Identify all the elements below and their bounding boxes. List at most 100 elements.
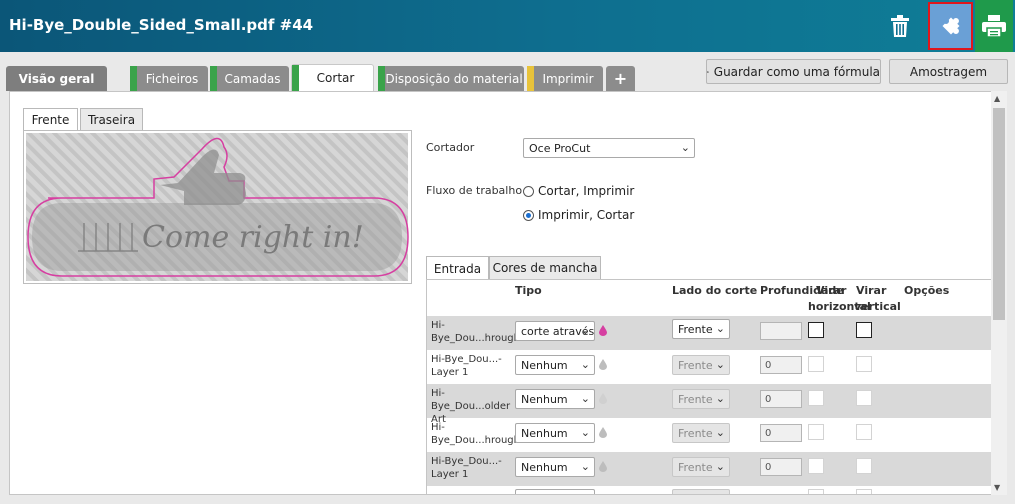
flip-horizontal-checkbox[interactable] [808,356,824,372]
spot-color-drop-icon [599,461,607,472]
job-tabs: Visão geral Ficheiros Camadas Cortar Dis… [0,52,1015,91]
cutter-select[interactable]: Oce ProCut ⌄ [523,138,695,158]
print-button[interactable] [975,0,1013,52]
status-stripe [378,66,385,91]
col-header-text: Virar [856,284,887,297]
type-select[interactable] [515,489,595,494]
scroll-up-icon[interactable]: ▲ [994,94,1000,103]
plugin-button[interactable] [928,2,973,50]
tab-files[interactable]: Ficheiros [130,66,208,91]
sampling-button[interactable]: Amostragem [889,59,1008,84]
depth-field[interactable]: 0 [760,424,802,442]
status-stripe [130,66,137,91]
tab-back[interactable]: Traseira [80,108,143,130]
cut-side-select[interactable]: Frente ⌄ [672,457,730,477]
type-select[interactable]: Nenhum ⌄ [515,457,595,477]
tab-material-layout[interactable]: Disposição do material [378,66,524,91]
artwork-image: Come right in! [26,133,409,281]
radio-button-selected[interactable] [523,209,534,221]
chevron-down-icon: ⌄ [580,460,590,473]
spot-color-drop-icon [599,393,607,404]
cut-side-select[interactable]: Frente ⌄ [672,319,730,339]
table-row: Hi- Bye_Dou...hroughcut Nenhum ⌄ Frente … [427,418,993,452]
printer-icon [982,15,1006,37]
cut-side-value: Frente [678,322,713,336]
layer-name-line: Hi-Bye_Dou...- [431,354,502,365]
layer-name: Hi-Bye_Dou...- Layer 1 [431,455,521,481]
download-icon [707,70,709,73]
workflow-label: Fluxo de trabalho [426,184,523,197]
tab-label: Ficheiros [145,71,199,86]
chevron-down-icon: ⌄ [715,392,725,405]
flip-horizontal-checkbox[interactable] [808,424,824,440]
cut-side-value: Frente [678,358,713,372]
tab-overview[interactable]: Visão geral [6,66,107,91]
table-row: Hi-Bye_Dou...older Art Nenhum ⌄ Frente ⌄… [427,384,993,425]
flip-vertical-checkbox[interactable] [856,489,872,494]
type-select[interactable]: Nenhum ⌄ [515,423,595,443]
type-value: Nenhum [521,460,568,474]
col-header-type: Tipo [515,284,542,297]
tab-cut[interactable]: Cortar [291,64,374,91]
depth-field[interactable]: 0 [760,458,802,476]
add-tab-button[interactable]: + [606,66,635,91]
workflow-option-cut-print[interactable]: Cortar, Imprimir [523,184,634,198]
tab-label: Camadas [224,71,281,86]
scrollbar-thumb[interactable] [993,108,1005,320]
tab-print[interactable]: Imprimir [527,66,603,91]
flip-horizontal-checkbox[interactable] [808,489,824,494]
chevron-down-icon: ⌄ [715,426,725,439]
scroll-down-icon[interactable]: ▼ [994,483,1000,492]
cut-side-select[interactable]: Frente ⌄ [672,355,730,375]
workflow-option-print-cut[interactable]: Imprimir, Cortar [523,208,634,222]
flip-vertical-checkbox[interactable] [856,390,872,406]
workflow-option-label: Cortar, Imprimir [538,184,635,198]
type-select[interactable]: Nenhum ⌄ [515,355,595,375]
delete-button[interactable] [883,0,917,52]
cut-layers-table: Tipo Lado do corte Profundidade Virar ho… [426,279,993,494]
cut-side-value: Frente [678,426,713,440]
spot-color-drop-icon [599,427,607,438]
chevron-down-icon: ⌄ [680,141,690,154]
depth-field[interactable]: 0 [760,390,802,408]
flip-horizontal-checkbox[interactable] [808,458,824,474]
type-value: Nenhum [521,426,568,440]
tab-input[interactable]: Entrada [426,256,489,280]
col-header-flip-v: Virar vertical [854,283,901,315]
cut-side-select[interactable] [672,489,730,494]
layer-name: Hi- Bye_Dou...hroughcut [431,319,536,345]
cut-side-select[interactable]: Frente ⌄ [672,423,730,443]
type-select[interactable]: corte através ⌄ [515,321,595,341]
flip-vertical-checkbox[interactable] [856,322,872,338]
tab-spot-colors[interactable]: Cores de mancha [489,256,601,279]
layer-name: Hi-Bye_Dou...- Layer 1 [431,353,521,379]
spot-color-drop-icon [599,325,607,336]
table-row: Hi-Bye_Dou...- Layer 1 Nenhum ⌄ Frente ⌄… [427,452,993,486]
status-stripe [292,65,299,91]
title-bar: Hi-Bye_Double_Sided_Small.pdf #44 [0,0,1015,52]
layer-name-line: Hi- [431,422,445,433]
cut-settings-panel: Frente Traseira Come right in! Cortador … [9,91,1007,495]
cutter-label: Cortador [426,141,475,154]
flip-vertical-checkbox[interactable] [856,356,872,372]
flip-vertical-checkbox[interactable] [856,424,872,440]
chevron-down-icon: ⌄ [715,460,725,473]
vertical-scrollbar[interactable]: ▲ ▼ [991,91,1007,495]
depth-field[interactable]: 0 [760,356,802,374]
cut-side-value: Frente [678,460,713,474]
status-stripe [527,66,534,91]
depth-field[interactable] [760,322,802,340]
chevron-down-icon: ⌄ [580,324,590,337]
cut-side-select[interactable]: Frente ⌄ [672,389,730,409]
tab-layers[interactable]: Camadas [210,66,289,91]
status-stripe [210,66,217,91]
table-row: Hi-Bye_Dou...- Layer 1 Nenhum ⌄ Frente ⌄… [427,350,993,384]
type-select[interactable]: Nenhum ⌄ [515,389,595,409]
tab-front[interactable]: Frente [23,108,78,131]
flip-horizontal-checkbox[interactable] [808,322,824,338]
save-formula-button[interactable]: Guardar como uma fórmula [706,59,881,84]
flip-vertical-checkbox[interactable] [856,458,872,474]
save-formula-label: Guardar como uma fórmula [713,64,880,79]
flip-horizontal-checkbox[interactable] [808,390,824,406]
radio-button[interactable] [523,185,534,197]
